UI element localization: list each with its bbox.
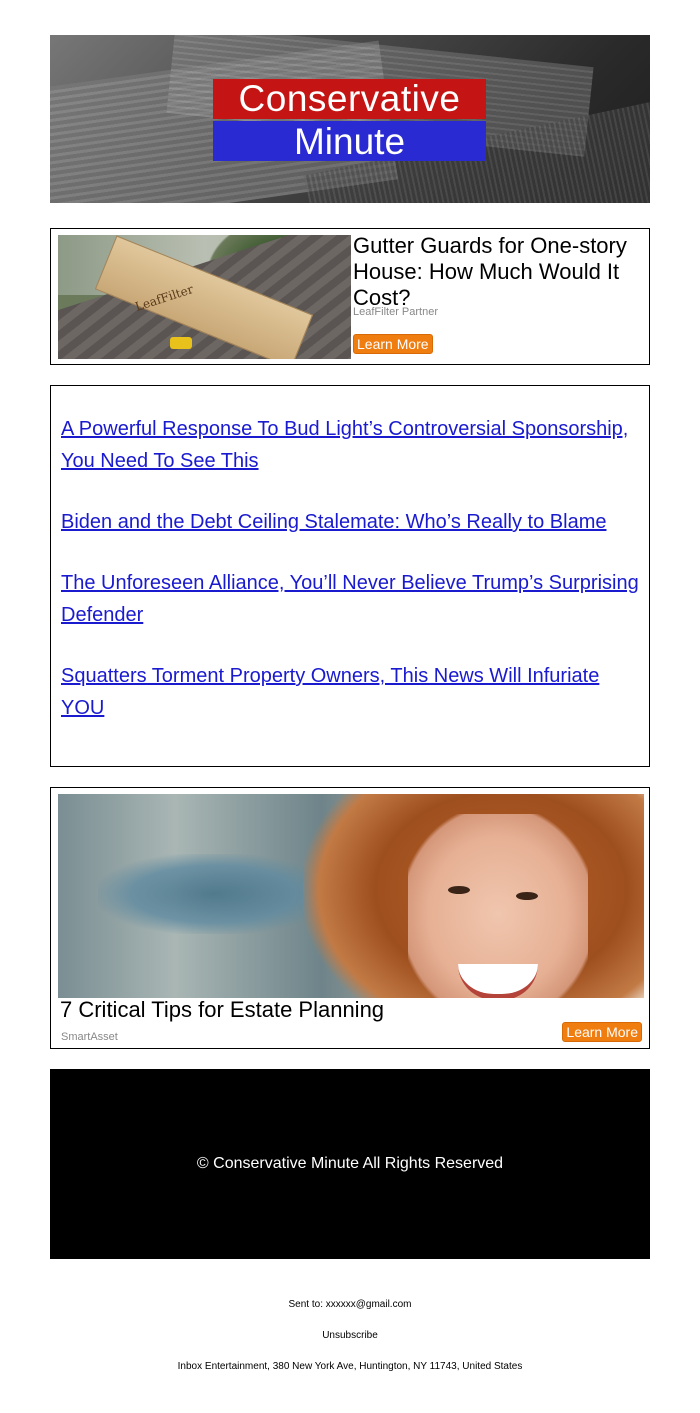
unsubscribe-row: Unsubscribe [0,1330,700,1341]
sent-to-text: Sent to: xxxxxx@gmail.com [288,1299,412,1310]
ad-title[interactable]: 7 Critical Tips for Estate Planning [60,996,384,1024]
footer: © Conservative Minute All Rights Reserve… [50,1069,650,1259]
learn-more-button[interactable]: Learn More [562,1022,642,1042]
list-item: Squatters Torment Property Owners, This … [61,660,641,724]
ad-title[interactable]: Gutter Guards for One-story House: How M… [353,233,643,311]
article-link[interactable]: Squatters Torment Property Owners, This … [61,665,599,719]
list-item: The Unforeseen Alliance, You’ll Never Be… [61,567,641,631]
article-link[interactable]: The Unforeseen Alliance, You’ll Never Be… [61,572,639,626]
drill [170,337,192,349]
eye [448,886,470,894]
ad-source: SmartAsset [61,1031,118,1043]
article-list: A Powerful Response To Bud Light’s Contr… [50,385,650,767]
logo-line-2: Minute [213,121,486,162]
sender-address: Inbox Entertainment, 380 New York Ave, H… [177,1361,523,1372]
logo-line-1: Conservative [213,79,486,119]
learn-more-button[interactable]: Learn More [353,334,433,354]
ad-image-woman[interactable] [58,794,644,998]
ad-source: LeafFilter Partner [353,306,438,318]
header-banner: Conservative Minute [50,35,650,203]
article-link[interactable]: A Powerful Response To Bud Light’s Contr… [61,418,628,472]
eye [516,892,538,900]
copyright-text: © Conservative Minute All Rights Reserve… [196,1155,504,1172]
unsubscribe-link[interactable]: Unsubscribe [322,1330,378,1341]
sponsored-ad-gutter-guards[interactable]: LeafFilter Gutter Guards for One-story H… [50,228,650,365]
pool [98,854,328,934]
article-link[interactable]: Biden and the Debt Ceiling Stalemate: Wh… [61,511,606,533]
sponsored-ad-estate-planning[interactable]: 7 Critical Tips for Estate Planning Smar… [50,787,650,1049]
list-item: Biden and the Debt Ceiling Stalemate: Wh… [61,506,641,538]
ad-image-roof[interactable]: LeafFilter [58,235,351,359]
list-item: A Powerful Response To Bud Light’s Contr… [61,413,641,477]
